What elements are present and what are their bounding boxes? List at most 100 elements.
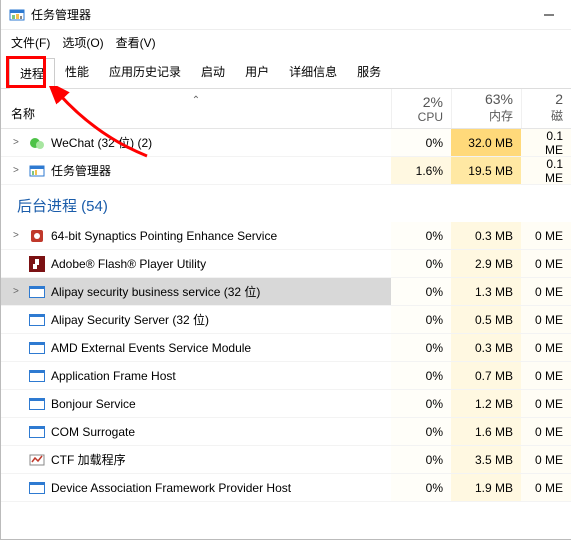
process-row[interactable]: COM Surrogate 0%1.6 MB0 ME bbox=[1, 418, 571, 446]
memory-cell: 0.3 MB bbox=[451, 222, 521, 249]
menu-file[interactable]: 文件(F) bbox=[11, 34, 50, 51]
process-name: 任务管理器 bbox=[51, 162, 111, 179]
app-icon bbox=[29, 452, 45, 468]
process-name: Device Association Framework Provider Ho… bbox=[51, 481, 291, 495]
disk-cell: 0 ME bbox=[521, 222, 571, 249]
disk-cell: 0 ME bbox=[521, 278, 571, 305]
cpu-cell: 0% bbox=[391, 390, 451, 417]
memory-label: 内存 bbox=[456, 107, 513, 124]
tab-strip: 进程 性能 应用历史记录 启动 用户 详细信息 服务 bbox=[1, 57, 571, 89]
column-name[interactable]: ⌃ 名称 bbox=[1, 89, 391, 128]
expand-icon[interactable]: > bbox=[13, 165, 23, 176]
process-name: Bonjour Service bbox=[51, 397, 136, 411]
process-name: CTF 加载程序 bbox=[51, 451, 126, 468]
process-row[interactable]: Device Association Framework Provider Ho… bbox=[1, 474, 571, 502]
process-row[interactable]: CTF 加载程序 0%3.5 MB0 ME bbox=[1, 446, 571, 474]
column-name-label: 名称 bbox=[11, 105, 35, 122]
process-row[interactable]: Adobe® Flash® Player Utility 0%2.9 MB0 ME bbox=[1, 250, 571, 278]
cpu-cell: 1.6% bbox=[391, 157, 451, 184]
disk-cell: 0 ME bbox=[521, 474, 571, 501]
app-icon bbox=[29, 396, 45, 412]
disk-cell: 0 ME bbox=[521, 362, 571, 389]
app-icon bbox=[29, 424, 45, 440]
process-name: COM Surrogate bbox=[51, 425, 135, 439]
app-icon bbox=[29, 312, 45, 328]
minimize-button[interactable] bbox=[526, 0, 571, 30]
expand-icon[interactable]: > bbox=[13, 137, 23, 148]
titlebar: 任务管理器 bbox=[1, 0, 571, 30]
app-icon bbox=[29, 480, 45, 496]
app-icon bbox=[29, 340, 45, 356]
cpu-percent: 2% bbox=[396, 94, 443, 110]
menu-options[interactable]: 选项(O) bbox=[62, 34, 103, 51]
sort-indicator-icon: ⌃ bbox=[192, 95, 200, 106]
cpu-cell: 0% bbox=[391, 250, 451, 277]
cpu-cell: 0% bbox=[391, 129, 451, 156]
cpu-cell: 0% bbox=[391, 222, 451, 249]
memory-percent: 63% bbox=[456, 91, 513, 107]
memory-cell: 1.9 MB bbox=[451, 474, 521, 501]
tab-performance[interactable]: 性能 bbox=[55, 57, 99, 88]
menu-view[interactable]: 查看(V) bbox=[116, 34, 156, 51]
disk-cell: 0 ME bbox=[521, 306, 571, 333]
cpu-cell: 0% bbox=[391, 334, 451, 361]
task-manager-icon bbox=[29, 163, 45, 179]
app-icon bbox=[29, 228, 45, 244]
disk-cell: 0.1 ME bbox=[521, 129, 571, 156]
process-name: 64-bit Synaptics Pointing Enhance Servic… bbox=[51, 229, 277, 243]
menubar: 文件(F) 选项(O) 查看(V) bbox=[1, 30, 571, 57]
window-controls bbox=[526, 0, 571, 30]
memory-cell: 19.5 MB bbox=[451, 157, 521, 184]
window-title: 任务管理器 bbox=[31, 6, 91, 23]
process-row[interactable]: >Alipay security business service (32 位)… bbox=[1, 278, 571, 306]
process-name: Application Frame Host bbox=[51, 369, 176, 383]
expand-icon[interactable]: > bbox=[13, 230, 23, 241]
process-row[interactable]: Application Frame Host0%0.7 MB0 ME bbox=[1, 362, 571, 390]
app-icon bbox=[29, 256, 45, 272]
tab-startup[interactable]: 启动 bbox=[191, 57, 235, 88]
cpu-cell: 0% bbox=[391, 418, 451, 445]
disk-cell: 0 ME bbox=[521, 446, 571, 473]
tab-processes[interactable]: 进程 bbox=[9, 58, 55, 89]
process-name: Alipay Security Server (32 位) bbox=[51, 311, 209, 328]
app-icon bbox=[9, 7, 25, 23]
process-row[interactable]: >64-bit Synaptics Pointing Enhance Servi… bbox=[1, 222, 571, 250]
memory-cell: 1.3 MB bbox=[451, 278, 521, 305]
expand-icon[interactable]: > bbox=[13, 286, 23, 297]
app-icon bbox=[29, 368, 45, 384]
app-icon bbox=[29, 284, 45, 300]
process-row[interactable]: > WeChat (32 位) (2) 0% 32.0 MB 0.1 ME bbox=[1, 129, 571, 157]
tab-details[interactable]: 详细信息 bbox=[279, 57, 347, 88]
process-row[interactable]: > 任务管理器 1.6% 19.5 MB 0.1 ME bbox=[1, 157, 571, 185]
memory-cell: 32.0 MB bbox=[451, 129, 521, 156]
process-name: Adobe® Flash® Player Utility bbox=[51, 257, 206, 271]
disk-cell: 0 ME bbox=[521, 418, 571, 445]
cpu-label: CPU bbox=[396, 110, 443, 124]
memory-cell: 0.3 MB bbox=[451, 334, 521, 361]
tab-app-history[interactable]: 应用历史记录 bbox=[99, 57, 191, 88]
column-disk[interactable]: 2 磁 bbox=[521, 89, 571, 128]
process-name: WeChat (32 位) (2) bbox=[51, 134, 152, 151]
memory-cell: 3.5 MB bbox=[451, 446, 521, 473]
column-headers: ⌃ 名称 2% CPU 63% 内存 2 磁 bbox=[1, 89, 571, 129]
process-row[interactable]: Bonjour Service 0%1.2 MB0 ME bbox=[1, 390, 571, 418]
memory-cell: 1.6 MB bbox=[451, 418, 521, 445]
disk-label: 磁 bbox=[526, 107, 563, 124]
disk-cell: 0 ME bbox=[521, 390, 571, 417]
process-name: AMD External Events Service Module bbox=[51, 341, 251, 355]
column-cpu[interactable]: 2% CPU bbox=[391, 89, 451, 128]
disk-percent: 2 bbox=[526, 91, 563, 107]
tab-users[interactable]: 用户 bbox=[235, 57, 279, 88]
process-row[interactable]: Alipay Security Server (32 位) 0%0.5 MB0 M… bbox=[1, 306, 571, 334]
memory-cell: 2.9 MB bbox=[451, 250, 521, 277]
tab-services[interactable]: 服务 bbox=[347, 57, 391, 88]
memory-cell: 1.2 MB bbox=[451, 390, 521, 417]
disk-cell: 0 ME bbox=[521, 250, 571, 277]
wechat-icon bbox=[29, 135, 45, 151]
cpu-cell: 0% bbox=[391, 446, 451, 473]
process-row[interactable]: AMD External Events Service Module 0%0.3 … bbox=[1, 334, 571, 362]
cpu-cell: 0% bbox=[391, 474, 451, 501]
column-memory[interactable]: 63% 内存 bbox=[451, 89, 521, 128]
memory-cell: 0.5 MB bbox=[451, 306, 521, 333]
cpu-cell: 0% bbox=[391, 306, 451, 333]
